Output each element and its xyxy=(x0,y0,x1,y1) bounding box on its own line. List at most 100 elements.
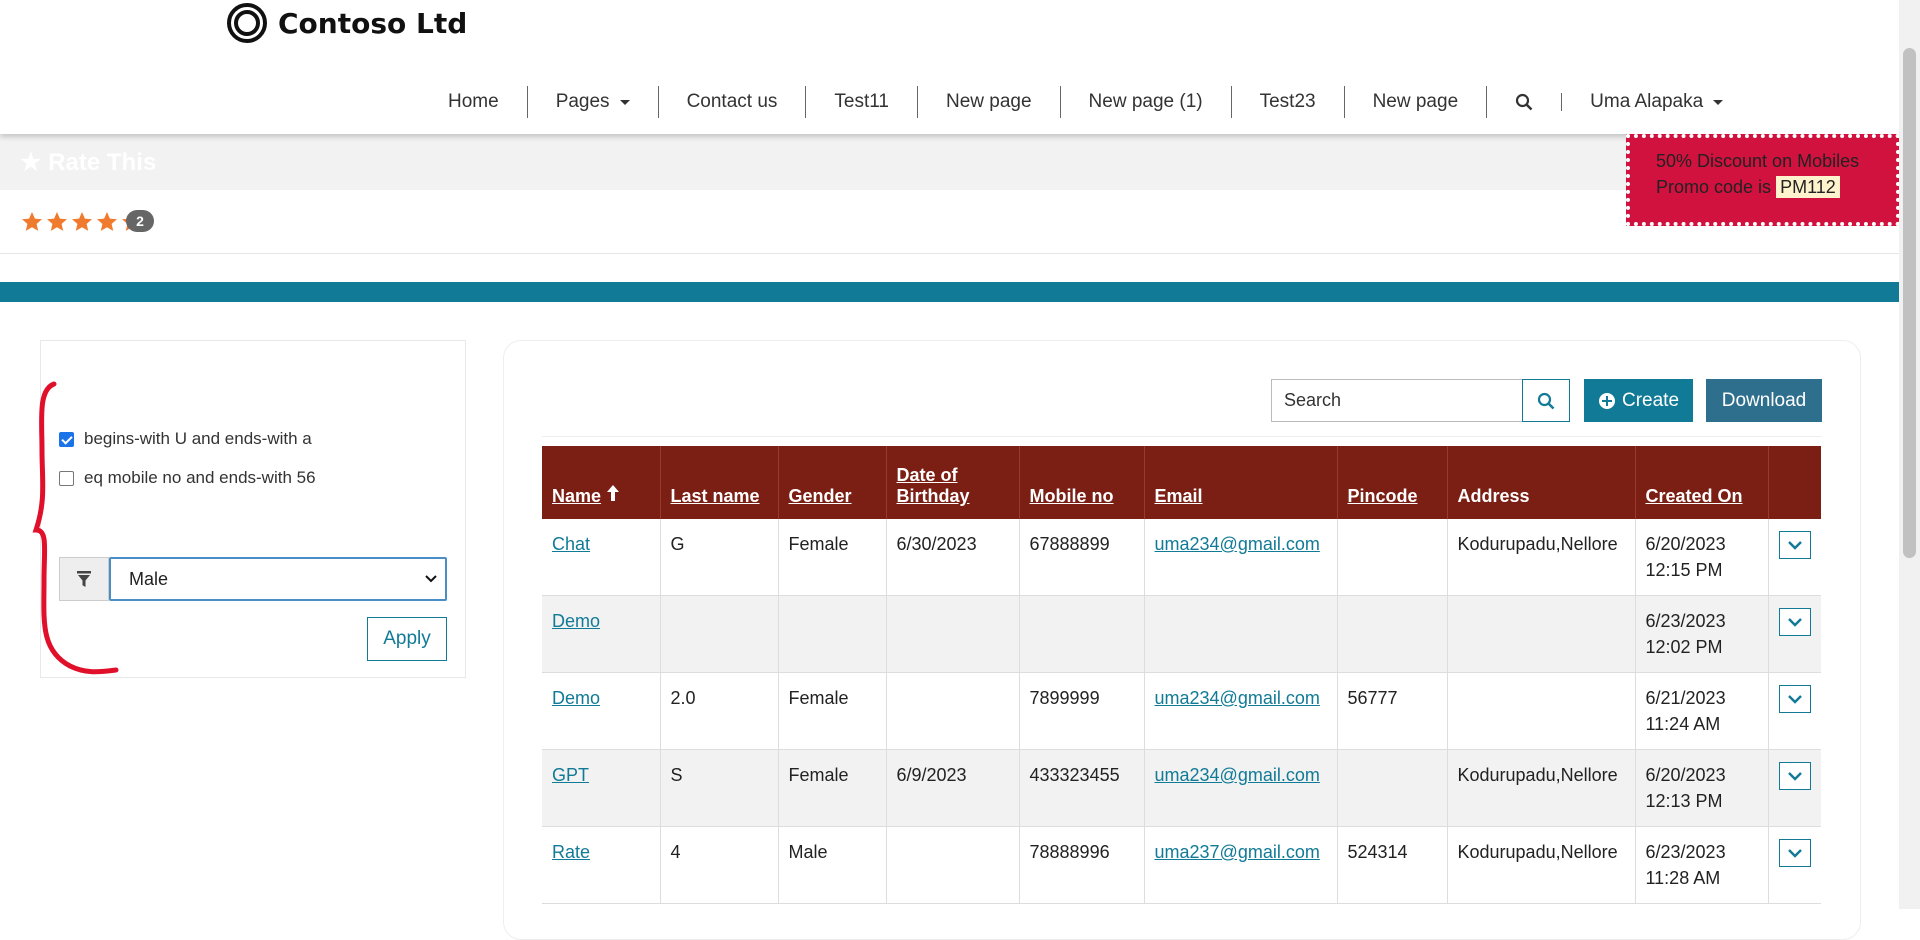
created-date: 6/23/2023 xyxy=(1645,611,1726,631)
cell-pincode: 56777 xyxy=(1337,672,1448,750)
cell-last-name: S xyxy=(660,749,779,827)
cell-created-on: 6/23/2023 11:28 AM xyxy=(1635,826,1769,904)
email-link[interactable]: uma237@gmail.com xyxy=(1155,842,1320,862)
email-link[interactable]: uma234@gmail.com xyxy=(1155,534,1320,554)
email-link[interactable]: uma234@gmail.com xyxy=(1155,688,1320,708)
created-date: 6/20/2023 xyxy=(1645,765,1726,785)
col-header-mobile[interactable]: Mobile no xyxy=(1019,446,1145,519)
col-pincode-label: Pincode xyxy=(1347,486,1418,506)
download-button[interactable]: Download xyxy=(1706,379,1822,422)
nav-user-menu[interactable]: Uma Alapaka xyxy=(1562,86,1751,118)
email-link[interactable]: uma234@gmail.com xyxy=(1155,765,1320,785)
annotation-bracket xyxy=(32,381,119,675)
star-full-icon[interactable] xyxy=(95,210,119,234)
record-name-link[interactable]: Demo xyxy=(552,611,600,631)
nav-test23[interactable]: Test23 xyxy=(1232,86,1345,118)
created-time: 12:02 PM xyxy=(1645,637,1723,657)
nav-contact-us[interactable]: Contact us xyxy=(659,86,807,118)
nav-new-page-2[interactable]: New page xyxy=(1345,86,1488,118)
caret-down-icon xyxy=(619,99,630,105)
create-button[interactable]: Create xyxy=(1584,379,1693,422)
cell-name: Chat xyxy=(542,519,661,596)
gender-select-value: Male xyxy=(129,568,169,589)
nav-new-page-1-label: New page (1) xyxy=(1088,91,1203,112)
cell-email: uma234@gmail.com xyxy=(1144,749,1338,827)
chevron-down-icon xyxy=(1787,540,1802,550)
cell-gender: Male xyxy=(778,826,887,904)
cell-gender: Female xyxy=(778,672,887,750)
table-row: GPT S Female 6/9/2023 433323455 uma234@gmail.… xyxy=(542,749,1821,827)
rate-panel-body xyxy=(0,190,1899,254)
row-actions-dropdown[interactable] xyxy=(1778,608,1811,636)
cell-dob xyxy=(886,826,1020,904)
nav-test11-label: Test11 xyxy=(834,91,889,112)
brand-logo[interactable]: Contoso Ltd xyxy=(226,2,467,44)
cell-mobile: 7899999 xyxy=(1019,672,1145,750)
scrollbar-thumb[interactable] xyxy=(1903,48,1916,558)
col-last-name-label: Last name xyxy=(670,486,760,506)
cell-name: Rate xyxy=(542,826,661,904)
apply-button[interactable]: Apply xyxy=(367,617,447,661)
star-full-icon[interactable] xyxy=(70,210,94,234)
row-actions-dropdown[interactable] xyxy=(1778,531,1811,559)
cell-gender xyxy=(778,595,887,673)
cell-mobile: 433323455 xyxy=(1019,749,1145,827)
created-time: 11:28 AM xyxy=(1645,868,1721,888)
rate-panel-header: ★ Rate This xyxy=(0,134,1899,190)
cell-address xyxy=(1447,595,1636,673)
col-header-dob[interactable]: Date of Birthday xyxy=(886,446,1020,519)
cell-mobile: 78888996 xyxy=(1019,826,1145,904)
cell-last-name xyxy=(660,595,779,673)
promo-line-1: 50% Discount on Mobiles xyxy=(1656,151,1860,171)
cell-actions xyxy=(1768,519,1821,596)
chevron-down-icon xyxy=(1787,848,1802,858)
col-dob-text: Date of Birthday xyxy=(896,465,970,506)
col-header-last-name[interactable]: Last name xyxy=(660,446,779,519)
gender-select[interactable]: Male xyxy=(109,557,447,601)
cell-pincode xyxy=(1337,519,1448,596)
row-actions-dropdown[interactable] xyxy=(1778,685,1811,713)
nav-new-page[interactable]: New page xyxy=(918,86,1061,118)
col-header-created-on[interactable]: Created On xyxy=(1635,446,1769,519)
record-name-link[interactable]: Demo xyxy=(552,688,600,708)
search-input[interactable]: Search xyxy=(1271,379,1523,422)
record-name-link[interactable]: Rate xyxy=(552,842,590,862)
col-header-pincode[interactable]: Pincode xyxy=(1337,446,1448,519)
nav-home[interactable]: Home xyxy=(420,86,528,118)
star-icon: ★ xyxy=(20,149,42,176)
sort-up-arrow-icon xyxy=(607,485,620,501)
cell-pincode xyxy=(1337,595,1448,673)
record-name-link[interactable]: Chat xyxy=(552,534,590,554)
cell-email: uma234@gmail.com xyxy=(1144,672,1338,750)
rate-title-text: Rate This xyxy=(48,149,157,176)
table-row: Demo 2.0 Female 7899999 uma234@gmail.com 5677… xyxy=(542,672,1821,750)
nav-pages[interactable]: Pages xyxy=(528,86,659,118)
rating-count-badge: 2 xyxy=(126,210,154,232)
nav-search[interactable] xyxy=(1487,93,1563,111)
row-actions-dropdown[interactable] xyxy=(1778,762,1811,790)
star-full-icon[interactable] xyxy=(20,210,44,234)
nav-contact-label: Contact us xyxy=(686,91,778,112)
col-header-name[interactable]: Name xyxy=(542,446,661,519)
nav-home-label: Home xyxy=(448,91,499,112)
page-scrollbar[interactable] xyxy=(1899,0,1920,909)
chevron-down-icon xyxy=(425,575,437,583)
section-divider-bar xyxy=(0,282,1899,302)
col-address-label: Address xyxy=(1457,486,1530,506)
cell-last-name: 2.0 xyxy=(660,672,779,750)
promo-banner: 50% Discount on Mobiles Promo code is PM… xyxy=(1626,134,1900,226)
col-header-email[interactable]: Email xyxy=(1144,446,1338,519)
cell-address xyxy=(1447,672,1636,750)
chevron-down-icon xyxy=(1787,694,1802,704)
row-actions-dropdown[interactable] xyxy=(1778,839,1811,867)
star-full-icon[interactable] xyxy=(45,210,69,234)
search-button[interactable] xyxy=(1522,379,1570,422)
promo-line-2: Promo code is PM112 xyxy=(1656,174,1896,200)
nav-new-page-1[interactable]: New page (1) xyxy=(1061,86,1232,118)
col-header-address: Address xyxy=(1447,446,1636,519)
toolbar-divider xyxy=(542,436,1822,437)
record-name-link[interactable]: GPT xyxy=(552,765,589,785)
table-row: Chat G Female 6/30/2023 67888899 uma234@gmail… xyxy=(542,519,1821,596)
col-header-gender[interactable]: Gender xyxy=(778,446,887,519)
nav-test11[interactable]: Test11 xyxy=(806,86,918,118)
